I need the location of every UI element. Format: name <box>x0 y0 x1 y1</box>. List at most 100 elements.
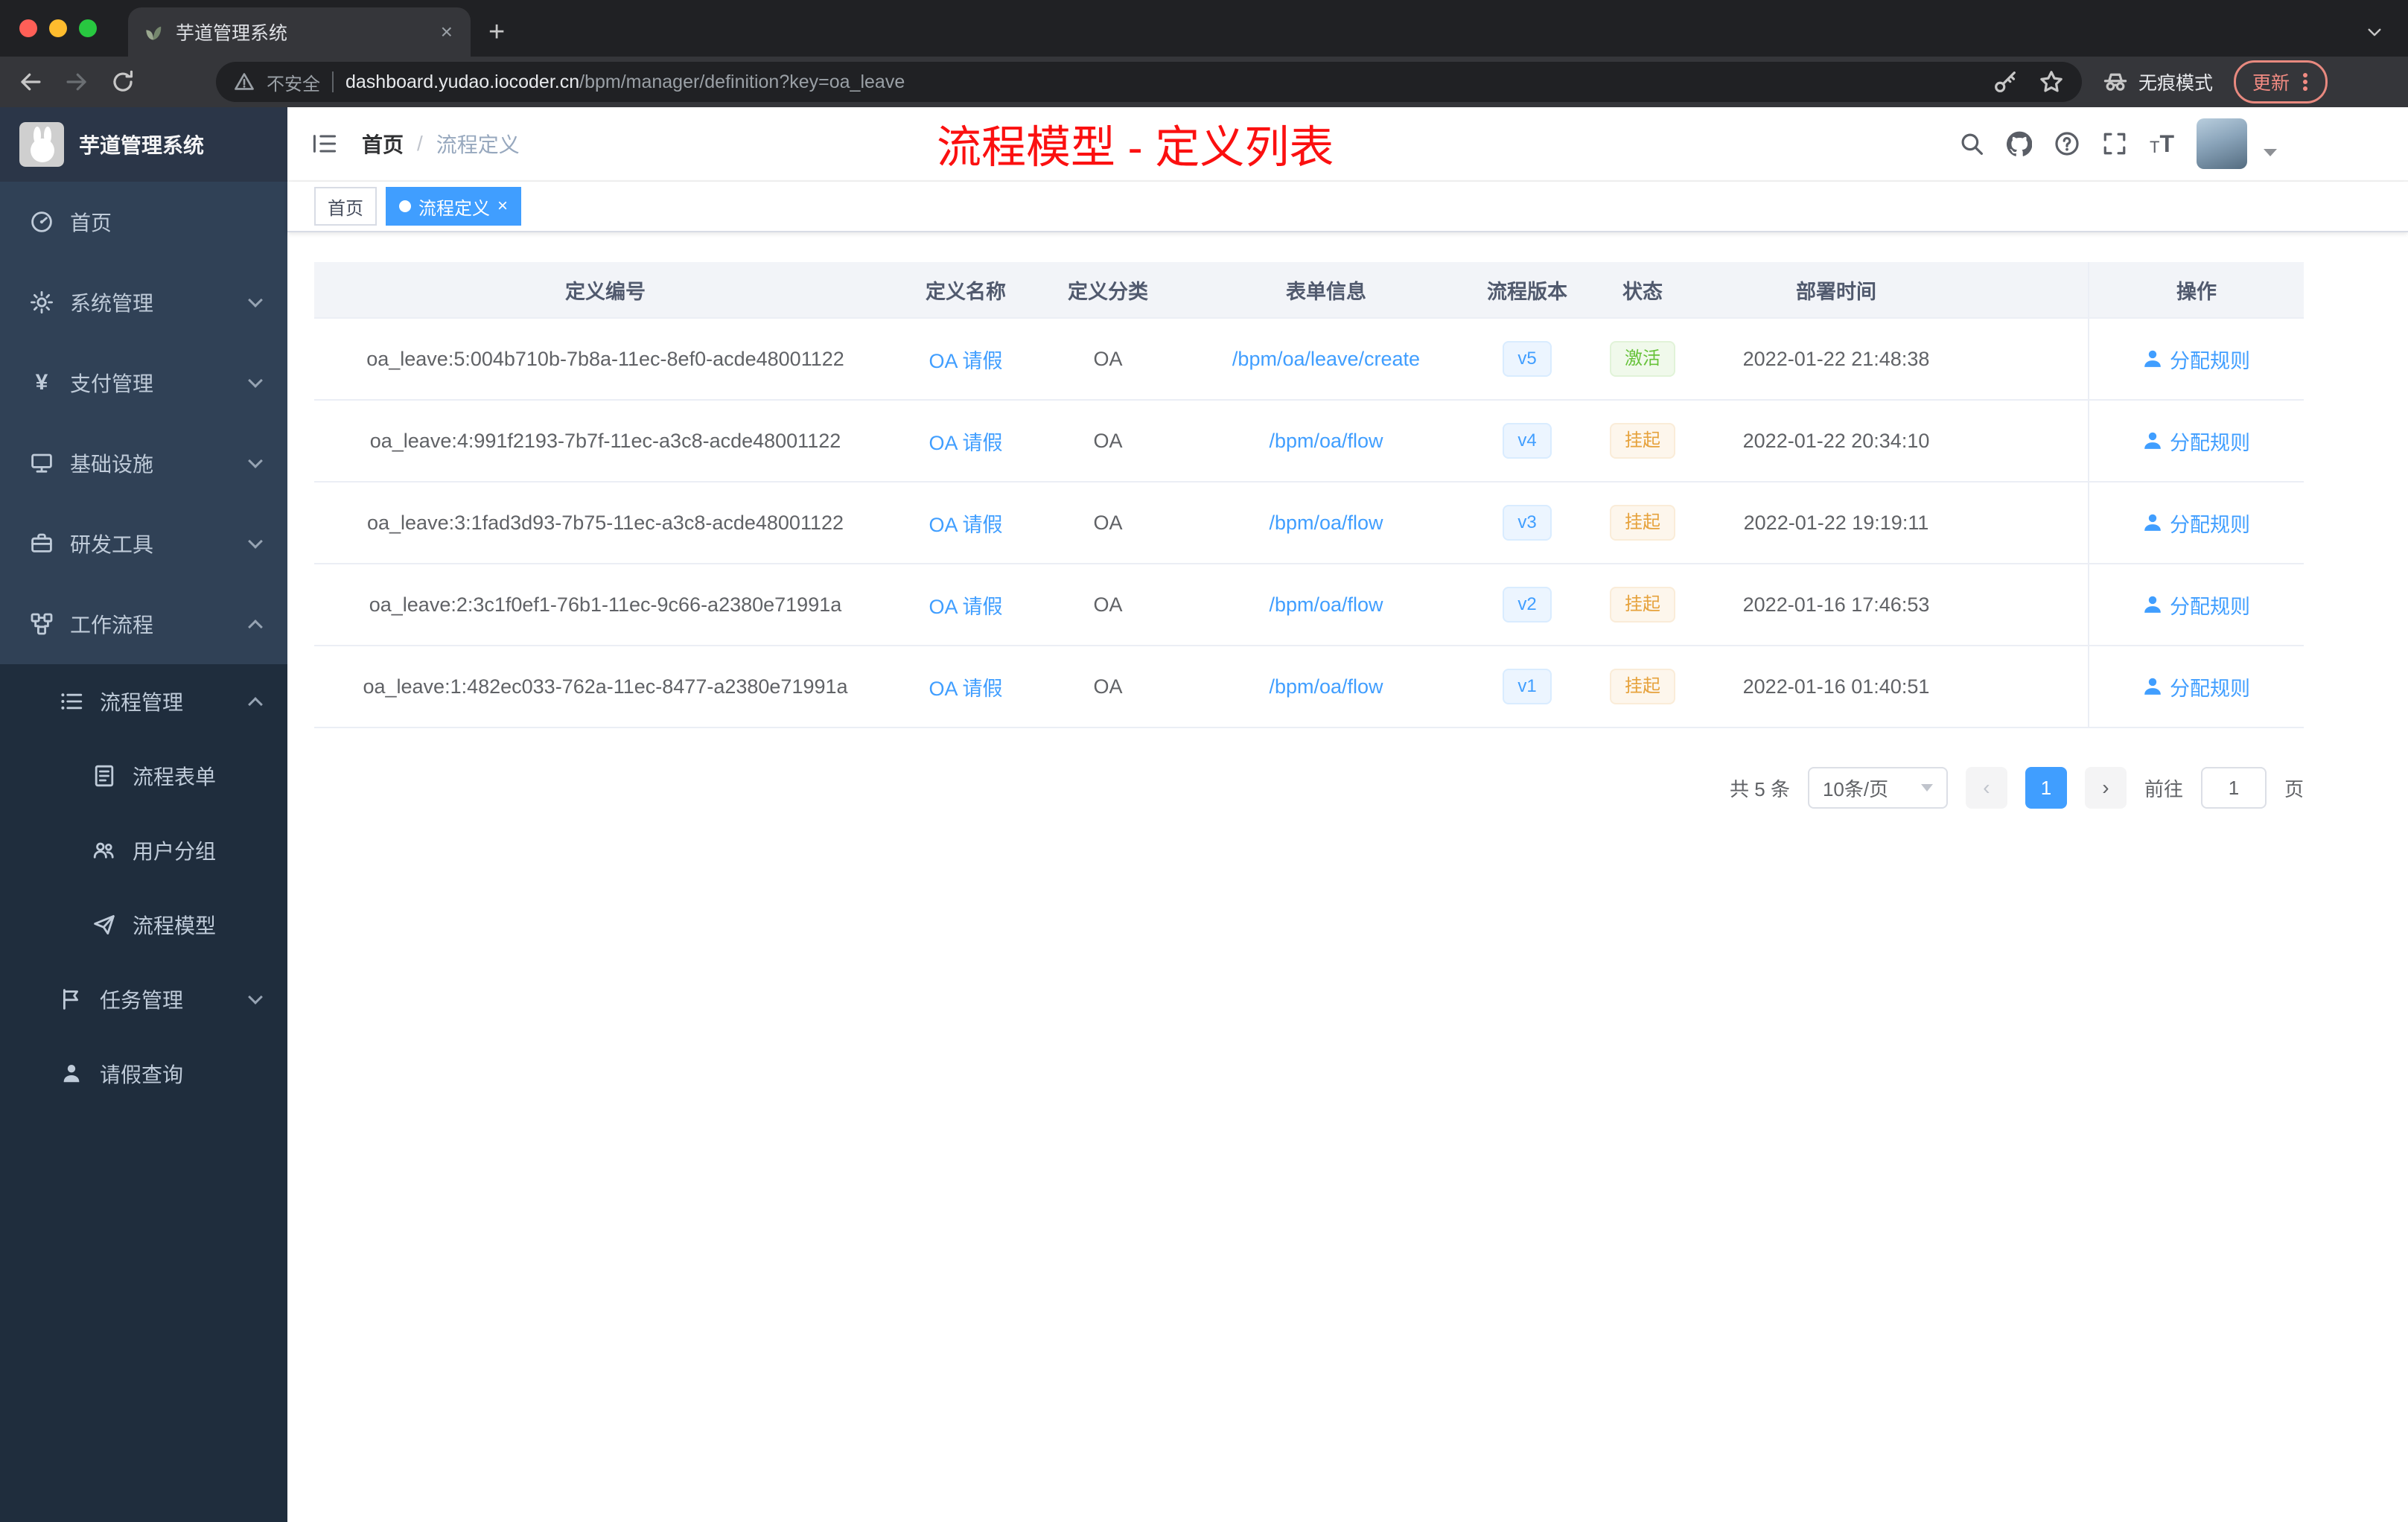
sidebar-item-process-management[interactable]: 流程管理 <box>0 664 287 739</box>
cell-category: OA <box>1093 593 1123 616</box>
assign-rule-link[interactable]: 分配规则 <box>2143 345 2250 374</box>
sidebar-item-payment[interactable]: ¥ 支付管理 <box>0 343 287 423</box>
app-title: 芋道管理系统 <box>79 134 205 157</box>
next-page-button[interactable]: › <box>2084 767 2127 809</box>
person-icon <box>2144 432 2161 449</box>
column-header-category: 定义分类 <box>1068 280 1148 303</box>
back-button[interactable] <box>18 69 43 95</box>
app-logo[interactable]: 芋道管理系统 <box>0 107 287 182</box>
reload-button[interactable] <box>110 69 136 95</box>
definition-name-link[interactable]: OA 请假 <box>929 345 1002 374</box>
breadcrumb-current: 流程定义 <box>436 133 520 156</box>
page-1-button[interactable]: 1 <box>2025 767 2067 809</box>
navbar-actions: TT <box>1959 118 2277 169</box>
tab-title: 芋道管理系统 <box>176 23 288 44</box>
form-link[interactable]: /bpm/oa/flow <box>1269 512 1383 535</box>
cell-deploy-time: 2022-01-22 21:48:38 <box>1742 347 1930 370</box>
page-goto-input[interactable] <box>2200 767 2267 809</box>
form-link[interactable]: /bpm/oa/flow <box>1269 593 1383 617</box>
help-icon[interactable] <box>2054 131 2080 156</box>
incognito-icon <box>2103 73 2127 91</box>
sidebar-item-label: 任务管理 <box>100 989 184 1012</box>
flag-icon <box>60 987 83 1011</box>
assign-rule-link[interactable]: 分配规则 <box>2143 509 2250 538</box>
app-navbar: 首页 / 流程定义 流程模型 - 定义列表 TT <box>287 107 2408 182</box>
sidebar-item-process-form[interactable]: 流程表单 <box>0 739 287 813</box>
cell-category: OA <box>1093 511 1123 534</box>
workflow-submenu: 流程管理 流程表单 用户分组 流程模型 任务管理 请假查询 <box>0 664 287 1111</box>
incognito-label: 无痕模式 <box>2138 73 2213 94</box>
password-key-icon[interactable] <box>1993 69 2018 95</box>
sidebar-item-label: 基础设施 <box>70 453 154 476</box>
avatar-caret-down-icon[interactable] <box>2264 149 2277 156</box>
definition-name-link[interactable]: OA 请假 <box>929 590 1002 620</box>
chevron-down-icon <box>248 453 263 468</box>
sidebar-item-infrastructure[interactable]: 基础设施 <box>0 423 287 503</box>
column-header-name: 定义名称 <box>926 280 1006 303</box>
new-tab-button[interactable]: + <box>488 18 505 46</box>
page-size-select[interactable]: 10条/页 <box>1807 767 1948 809</box>
cell-filler <box>1970 564 2088 645</box>
definition-name-link[interactable]: OA 请假 <box>929 509 1002 538</box>
breadcrumb: 首页 / 流程定义 <box>362 129 520 159</box>
sidebar-item-leave-query[interactable]: 请假查询 <box>0 1037 287 1111</box>
minimize-window-button[interactable] <box>49 19 67 37</box>
sidebar-item-system[interactable]: 系统管理 <box>0 262 287 343</box>
sidebar-item-label: 系统管理 <box>70 292 154 315</box>
pagination-total: 共 5 条 <box>1730 777 1790 800</box>
form-link[interactable]: /bpm/oa/flow <box>1269 430 1383 453</box>
sidebar-item-home[interactable]: 首页 <box>0 182 287 262</box>
person-icon <box>2144 678 2161 695</box>
chevron-down-icon <box>1920 784 1933 792</box>
tab-close-icon[interactable]: × <box>438 22 456 42</box>
github-icon[interactable] <box>2007 131 2032 156</box>
tab-list-chevron-icon[interactable] <box>2365 22 2384 42</box>
sidebar-item-task-management[interactable]: 任务管理 <box>0 962 287 1037</box>
forward-button[interactable] <box>64 69 89 95</box>
browser-tab[interactable]: 芋道管理系统 × <box>128 7 471 57</box>
toolbox-icon <box>30 532 54 555</box>
assign-rule-link[interactable]: 分配规则 <box>2143 672 2250 701</box>
definition-name-link[interactable]: OA 请假 <box>929 427 1002 456</box>
paper-plane-icon <box>92 913 116 937</box>
browser-menu-update-button[interactable]: 更新 <box>2233 60 2328 104</box>
status-tag: 挂起 <box>1610 423 1675 459</box>
sidebar-item-workflow[interactable]: 工作流程 <box>0 584 287 664</box>
prev-page-button[interactable]: ‹ <box>1965 767 2007 809</box>
tag-close-icon[interactable]: × <box>497 197 508 215</box>
fullscreen-icon[interactable] <box>2102 131 2127 156</box>
person-icon <box>60 1062 83 1086</box>
tag-process-definition[interactable]: 流程定义 × <box>386 187 522 226</box>
sidebar-item-label: 首页 <box>70 211 112 235</box>
sidebar-item-user-group[interactable]: 用户分组 <box>0 813 287 888</box>
definition-name-link[interactable]: OA 请假 <box>929 672 1002 701</box>
cell-definition-id: oa_leave:5:004b710b-7b8a-11ec-8ef0-acde4… <box>366 347 844 370</box>
security-label[interactable]: 不安全 <box>267 69 320 95</box>
incognito-badge: 无痕模式 <box>2103 69 2213 95</box>
search-icon[interactable] <box>1959 131 1984 156</box>
list-icon <box>60 690 83 713</box>
sidebar-item-dev-tools[interactable]: 研发工具 <box>0 503 287 584</box>
address-bar[interactable]: 不安全 dashboard.yudao.iocoder.cn/bpm/manag… <box>216 62 2082 102</box>
column-header-action: 操作 <box>2088 262 2304 317</box>
assign-rule-link[interactable]: 分配规则 <box>2143 590 2250 620</box>
sidebar-item-label: 流程表单 <box>133 765 217 789</box>
version-tag: v1 <box>1503 669 1552 704</box>
font-size-icon[interactable]: TT <box>2150 132 2174 156</box>
form-link[interactable]: /bpm/oa/leave/create <box>1232 348 1420 371</box>
zoom-window-button[interactable] <box>79 19 97 37</box>
column-filler <box>1970 262 2088 317</box>
user-avatar[interactable] <box>2197 118 2247 169</box>
monitor-icon <box>30 451 54 475</box>
column-header-deploy-time: 部署时间 <box>1796 280 1876 303</box>
column-header-status: 状态 <box>1622 280 1663 303</box>
breadcrumb-home-link[interactable]: 首页 <box>362 129 404 159</box>
assign-rule-link[interactable]: 分配规则 <box>2143 427 2250 456</box>
collapse-sidebar-icon[interactable] <box>311 131 338 156</box>
form-link[interactable]: /bpm/oa/flow <box>1269 675 1383 698</box>
tag-home[interactable]: 首页 <box>314 187 377 226</box>
bookmark-star-icon[interactable] <box>2039 69 2064 95</box>
sidebar-item-process-model[interactable]: 流程模型 <box>0 888 287 962</box>
update-label: 更新 <box>2252 73 2290 94</box>
close-window-button[interactable] <box>19 19 37 37</box>
